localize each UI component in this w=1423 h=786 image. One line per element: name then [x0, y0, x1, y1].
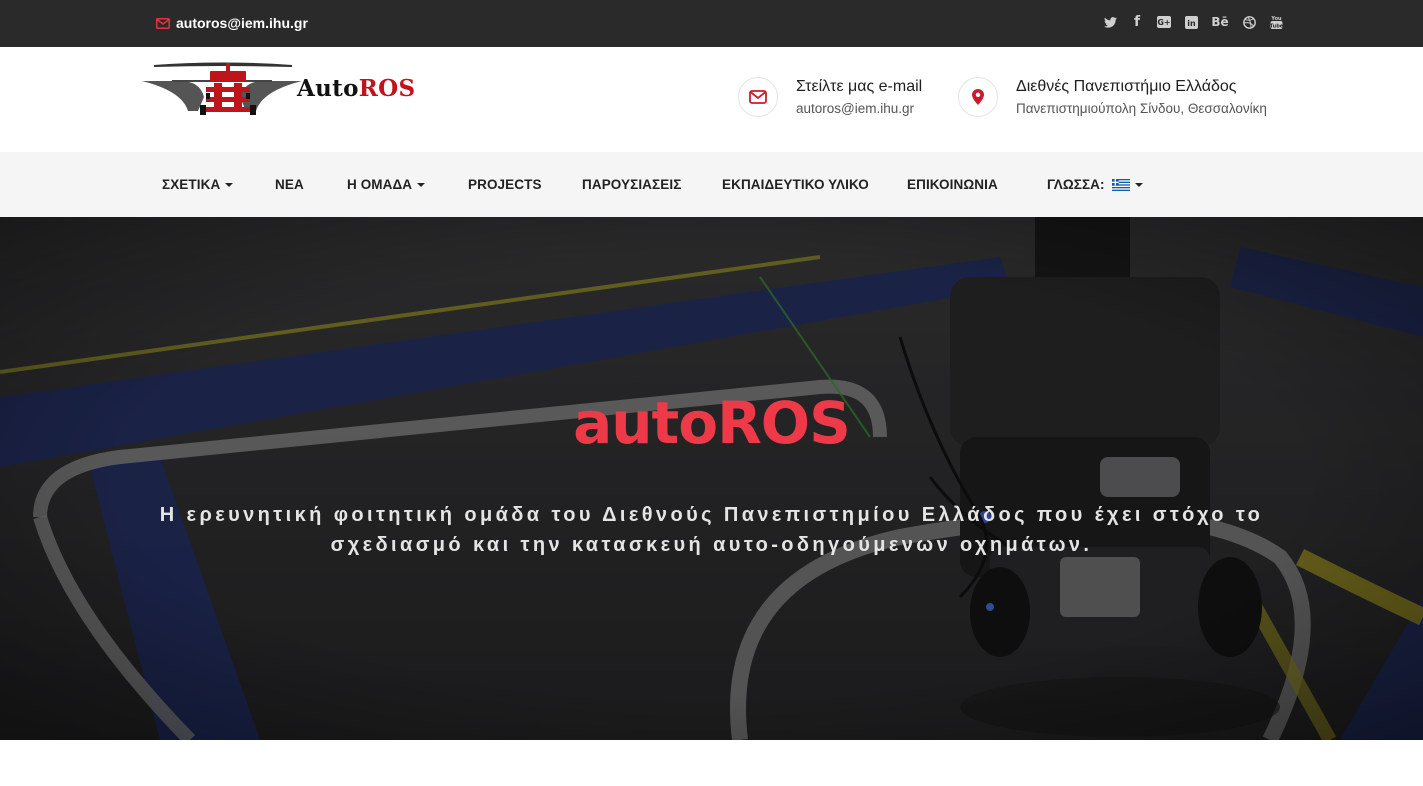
nav-item-projects-label: PROJECTS	[468, 177, 542, 192]
contact-address-title: Διεθνές Πανεπιστήμιο Ελλάδος	[1016, 78, 1237, 95]
behance-icon[interactable]: Bē	[1211, 14, 1229, 30]
nav-item-presentations[interactable]: ΠΑΡΟΥΣΙΑΣΕΙΣ	[582, 177, 681, 192]
svg-text:in: in	[1187, 19, 1196, 28]
hero-subtitle: Η ερευνητική φοιτητική ομάδα του Διεθνού…	[159, 504, 1264, 556]
contact-address-block: Διεθνές Πανεπιστήμιο Ελλάδος Πανεπιστημι…	[958, 77, 1267, 117]
hero-banner: autoROS Η ερευνητική φοιτητική ομάδα του…	[0, 217, 1423, 740]
svg-text:Tube: Tube	[1270, 23, 1283, 29]
topbar-email-text: autoros@iem.ihu.gr	[176, 15, 308, 31]
contact-email-title: Στείλτε μας e-mail	[796, 78, 923, 95]
nav-item-language-label: ΓΛΩΣΣΑ:	[1047, 177, 1105, 192]
hero-background-image	[0, 217, 1423, 740]
google-plus-icon[interactable]: G+	[1157, 14, 1171, 30]
contact-email-block: Στείλτε μας e-mail autoros@iem.ihu.gr	[738, 77, 922, 117]
logo-text-auto: Auto	[297, 75, 359, 102]
facebook-glyph: f	[1133, 14, 1141, 30]
envelope-icon	[749, 90, 767, 104]
main-navigation: ΣΧΕΤΙΚΑ ΝΕΑ Η ΟΜΑΔΑ PROJECTS ΠΑΡΟΥΣΙΑΣΕΙ…	[0, 152, 1423, 217]
site-header: AutoROS Στείλτε μας e-mail autoros@iem.i…	[0, 47, 1423, 152]
caret-down-icon	[1134, 182, 1143, 187]
nav-item-language[interactable]: ΓΛΩΣΣΑ:	[1047, 177, 1143, 192]
caret-down-icon	[225, 182, 234, 187]
contact-address-text: Πανεπιστημιούπολη Σίνδου, Θεσσαλονίκη	[1016, 101, 1267, 116]
youtube-icon[interactable]: You Tube	[1269, 14, 1283, 30]
top-bar: autoros@iem.ihu.gr f G+ in Bē You Tube	[0, 0, 1423, 47]
facebook-icon[interactable]: f	[1130, 14, 1144, 30]
nav-item-contact-label: ΕΠΙΚΟΙΝΩΝΙΑ	[907, 177, 998, 192]
nav-item-projects[interactable]: PROJECTS	[468, 177, 542, 192]
svg-text:G+: G+	[1157, 18, 1170, 27]
caret-down-icon	[417, 182, 426, 187]
envelope-icon	[156, 17, 170, 29]
greek-flag-icon	[1111, 178, 1130, 191]
behance-glyph: Bē	[1211, 15, 1229, 29]
nav-item-news[interactable]: ΝΕΑ	[275, 177, 304, 192]
nav-item-team[interactable]: Η ΟΜΑΔΑ	[347, 177, 426, 192]
logo-wordmark[interactable]: AutoROS	[297, 75, 415, 102]
nav-item-education-label: ΕΚΠΑΙΔΕΥΤΙΚΟ ΥΛΙΚΟ	[722, 177, 869, 192]
nav-item-education[interactable]: ΕΚΠΑΙΔΕΥΤΙΚΟ ΥΛΙΚΟ	[722, 177, 869, 192]
map-marker-icon	[972, 89, 984, 105]
hero-title: autoROS	[573, 389, 851, 457]
nav-item-presentations-label: ΠΑΡΟΥΣΙΑΣΕΙΣ	[582, 177, 682, 192]
nav-item-about-label: ΣΧΕΤΙΚΑ	[162, 177, 221, 192]
topbar-email-link[interactable]: autoros@iem.ihu.gr	[156, 15, 308, 31]
contact-email-address[interactable]: autoros@iem.ihu.gr	[796, 101, 922, 116]
email-icon-circle[interactable]	[738, 77, 778, 117]
social-links: f G+ in Bē You Tube	[1103, 14, 1283, 30]
location-icon-circle[interactable]	[958, 77, 998, 117]
logo-text-ros: ROS	[358, 75, 416, 102]
linkedin-icon[interactable]: in	[1184, 14, 1198, 30]
nav-item-news-label: ΝΕΑ	[275, 177, 304, 192]
nav-item-team-label: Η ΟΜΑΔΑ	[347, 177, 413, 192]
twitter-icon[interactable]	[1103, 14, 1117, 30]
dribbble-icon[interactable]	[1242, 14, 1256, 30]
nav-item-about[interactable]: ΣΧΕΤΙΚΑ	[162, 177, 234, 192]
nav-item-contact[interactable]: ΕΠΙΚΟΙΝΩΝΙΑ	[907, 177, 998, 192]
